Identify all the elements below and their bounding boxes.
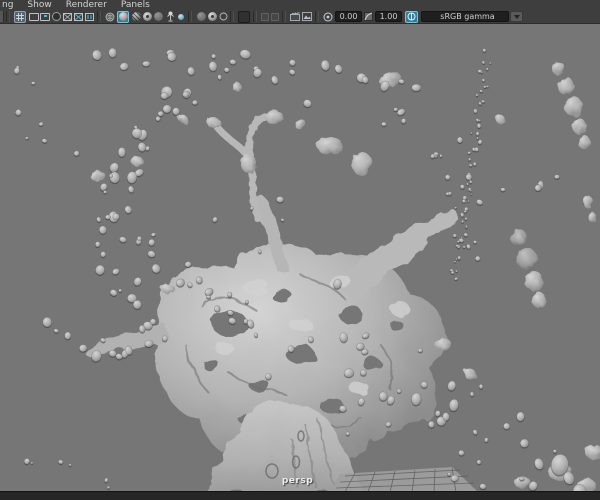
camera-name-label: persp [281,476,314,486]
shadow-sphere-icon [153,12,163,21]
view-transform-dropdown[interactable]: sRGB gamma [421,11,509,22]
viewport-canvas[interactable] [0,24,600,500]
isolate-select-swatch[interactable] [238,10,250,23]
textured-mode-button[interactable] [131,11,141,23]
maya-window: { "header": { "menus": [ {"label": "ng"}… [0,0,600,500]
gate-mask-button[interactable] [51,11,61,23]
resolution-gate-icon [40,12,50,21]
grid-icon [16,12,24,21]
xray-joints-button[interactable] [271,12,279,21]
snapshot-button[interactable] [302,11,312,23]
safe-action-button[interactable] [73,11,83,23]
shaded-mode-button[interactable] [117,10,129,23]
occlusion-toggle-button[interactable] [176,11,186,23]
toolbar-separator [230,11,234,22]
viewport-panel: persp [0,24,600,500]
textured-sphere-icon [131,12,141,21]
xray-button[interactable] [261,12,269,21]
lamp-icon [166,11,174,22]
menu-lighting-partial[interactable]: ng [2,0,13,10]
wireframe-mode-button[interactable] [105,11,115,23]
aperture-icon [323,12,333,21]
shadows-button[interactable] [153,11,163,23]
image-icon [302,12,312,21]
clapperboard-icon [290,12,300,21]
view-transform-dropdown-arrow[interactable] [510,11,523,22]
gamma-icon [364,12,373,21]
ao-sphere-icon [196,12,206,21]
bottom-strip [0,491,600,500]
safe-title-button[interactable] [84,11,94,23]
view-transform-icon [407,12,416,21]
exposure-toggle-button[interactable] [323,11,333,23]
grid-toggle-button[interactable] [14,10,26,23]
film-gate-button[interactable] [29,11,39,23]
motion-blur-button[interactable] [207,11,217,23]
greasepencil-button[interactable] [290,11,300,23]
gate-mask-icon [51,12,61,21]
toolbar-separator [315,11,319,22]
gamma-value-field[interactable]: 1.00 [375,11,402,22]
menu-panels[interactable]: Panels [121,0,150,10]
toolbar-separator [253,11,257,22]
teal-orb-icon [178,13,184,20]
safe-action-icon [73,12,83,21]
safe-title-icon [84,12,94,21]
field-chart-button[interactable] [62,11,72,23]
toolbar-separator [282,11,286,22]
clipped-icon[interactable] [0,11,4,22]
panel-menu-bar: ng Show Renderer Panels [0,0,600,10]
chevron-down-icon [513,14,520,19]
toolbar-separator [6,11,10,22]
wireframe-sphere-icon [105,12,115,21]
toolbar-separator [97,11,101,22]
use-all-lights-button[interactable] [142,11,152,23]
shaded-sphere-icon [118,12,128,21]
exposure-value-field[interactable]: 0.00 [335,11,362,22]
resolution-gate-button[interactable] [40,11,50,23]
default-lighting-button[interactable] [165,11,175,23]
splash-figure [207,110,372,223]
lit-sphere-icon [142,12,152,21]
motion-blur-sphere-icon [207,12,217,21]
aa-circle-icon [219,12,227,21]
menu-renderer[interactable]: Renderer [66,0,107,10]
multisample-button[interactable] [218,11,228,23]
field-chart-icon [62,12,72,21]
menu-show[interactable]: Show [27,0,51,10]
gamma-toggle-button[interactable] [364,11,373,23]
view-transform-toggle-button[interactable] [405,10,418,23]
panel-header: ng Show Renderer Panels 0.00 1.00 sRGB g… [0,0,600,24]
film-gate-icon [29,12,39,21]
ssao-button[interactable] [196,11,206,23]
toolbar-separator [188,11,192,22]
panel-toolbar: 0.00 1.00 sRGB gamma [0,10,600,23]
